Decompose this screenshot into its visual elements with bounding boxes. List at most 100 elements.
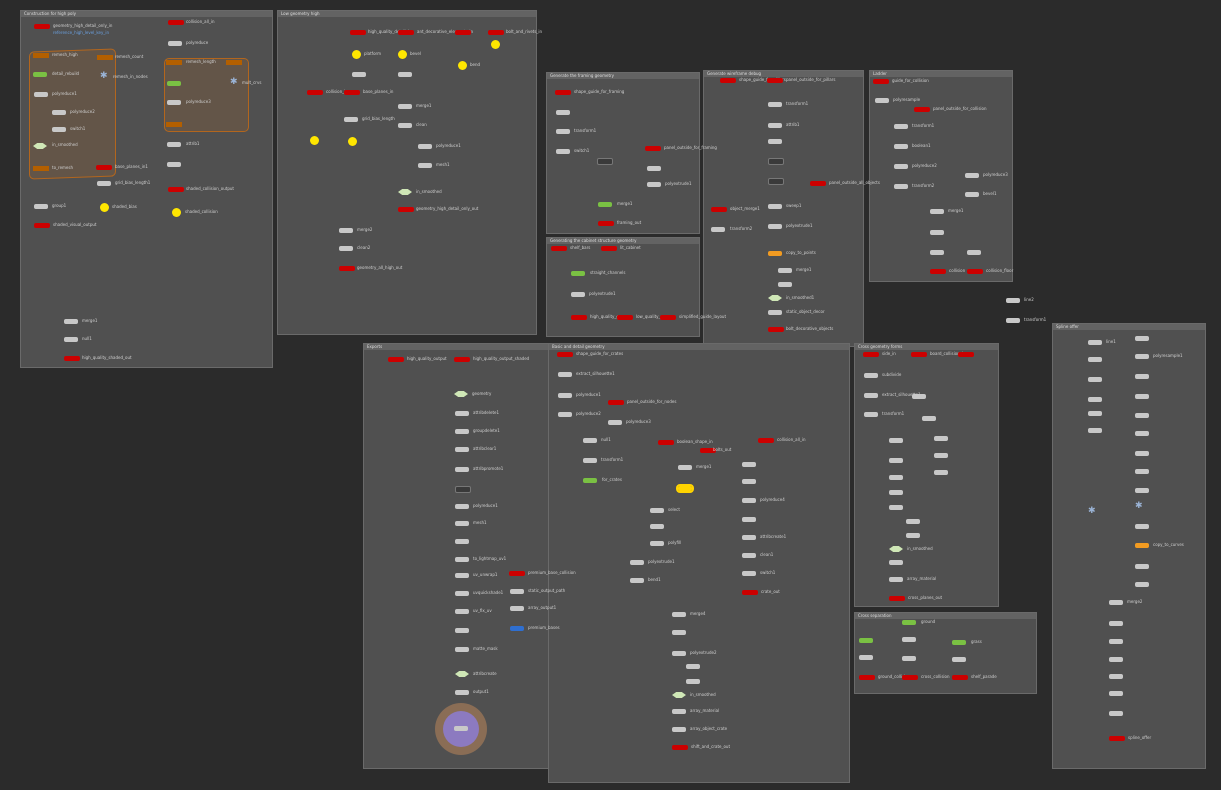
subnet-node[interactable] xyxy=(33,53,49,58)
merge-node[interactable] xyxy=(930,209,944,214)
sop-node[interactable] xyxy=(1109,691,1123,696)
sop-node[interactable] xyxy=(1135,564,1149,569)
sop-node[interactable] xyxy=(1088,428,1102,433)
sop-node[interactable] xyxy=(168,41,182,46)
sop-node[interactable] xyxy=(768,178,784,185)
sop-node[interactable] xyxy=(965,173,979,178)
object-merge-node[interactable] xyxy=(458,61,467,70)
sop-node[interactable] xyxy=(778,268,792,273)
sop-node[interactable] xyxy=(418,144,432,149)
network-note[interactable] xyxy=(164,58,249,132)
sop-node[interactable] xyxy=(352,72,366,77)
object-merge-node[interactable] xyxy=(348,137,357,146)
null-output-node[interactable] xyxy=(168,20,184,25)
sop-node[interactable] xyxy=(742,462,756,467)
null-output-node[interactable] xyxy=(645,146,661,151)
null-output-node[interactable] xyxy=(168,187,184,192)
merge-node[interactable] xyxy=(398,104,412,109)
sop-node[interactable] xyxy=(864,373,878,378)
null-output-node[interactable] xyxy=(34,24,50,29)
subnet-node[interactable] xyxy=(226,60,242,65)
sop-node[interactable] xyxy=(930,250,944,255)
null-output-node[interactable] xyxy=(557,352,573,357)
null-output-node[interactable] xyxy=(388,357,404,362)
sop-node[interactable] xyxy=(556,110,570,115)
copy-to-curves-node[interactable] xyxy=(1135,543,1149,548)
sop-node[interactable] xyxy=(742,517,756,522)
sop-node[interactable] xyxy=(608,420,622,425)
sop-node[interactable] xyxy=(934,453,948,458)
copy-to-points-node[interactable] xyxy=(768,251,782,256)
sop-node[interactable] xyxy=(510,589,524,594)
sop-node[interactable] xyxy=(672,727,686,732)
null-output-node[interactable] xyxy=(350,30,366,35)
sop-node[interactable] xyxy=(167,142,181,147)
sop-node[interactable] xyxy=(647,182,661,187)
sop-node[interactable] xyxy=(650,541,664,546)
object-merge-node[interactable] xyxy=(310,136,319,145)
sop-node[interactable] xyxy=(768,102,782,107)
merge-node[interactable] xyxy=(678,465,692,470)
null-output-node[interactable] xyxy=(930,269,946,274)
null-output-node[interactable] xyxy=(720,78,736,83)
netbox-cross-geometry-forms[interactable]: Cross geometry forms xyxy=(854,343,999,607)
subnet-node[interactable] xyxy=(166,122,182,127)
null-output-node[interactable] xyxy=(307,90,323,95)
switch-node[interactable] xyxy=(571,271,585,276)
sop-node[interactable] xyxy=(344,117,358,122)
subnet-node[interactable] xyxy=(166,60,182,65)
switch-node[interactable] xyxy=(952,640,966,645)
premium-base-node[interactable] xyxy=(510,626,524,631)
sop-node[interactable] xyxy=(167,100,181,105)
null-output-node[interactable] xyxy=(96,165,112,170)
sop-node[interactable] xyxy=(686,664,700,669)
sop-node[interactable] xyxy=(1135,374,1149,379)
subnet-node[interactable] xyxy=(97,55,113,60)
sop-node[interactable] xyxy=(1135,469,1149,474)
sop-node[interactable] xyxy=(768,224,782,229)
sop-node[interactable] xyxy=(597,158,613,165)
sop-node[interactable] xyxy=(1088,377,1102,382)
sop-node[interactable] xyxy=(768,123,782,128)
null-output-node[interactable] xyxy=(339,266,355,271)
sop-node[interactable] xyxy=(398,72,412,77)
null-output-node[interactable] xyxy=(658,440,674,445)
sop-node[interactable] xyxy=(1109,621,1123,626)
sop-node[interactable] xyxy=(894,184,908,189)
sop-node[interactable] xyxy=(455,504,469,509)
sop-node[interactable] xyxy=(455,521,469,526)
null-output-node[interactable] xyxy=(859,675,875,680)
sop-node[interactable] xyxy=(1006,298,1020,303)
sop-node[interactable] xyxy=(778,282,792,287)
sop-node[interactable] xyxy=(1135,336,1149,341)
sop-node[interactable] xyxy=(894,144,908,149)
merge-node[interactable] xyxy=(339,228,353,233)
sop-node[interactable] xyxy=(889,475,903,480)
sop-node[interactable] xyxy=(455,609,469,614)
sop-node[interactable] xyxy=(34,92,48,97)
object-merge-node[interactable] xyxy=(352,50,361,59)
sop-node[interactable] xyxy=(339,246,353,251)
sop-node[interactable] xyxy=(630,560,644,565)
object-merge-node[interactable] xyxy=(491,40,500,49)
null-output-node[interactable] xyxy=(672,745,688,750)
sop-node[interactable] xyxy=(686,679,700,684)
sop-node[interactable] xyxy=(1109,657,1123,662)
null-output-node[interactable] xyxy=(742,590,758,595)
null-output-node[interactable] xyxy=(768,327,784,332)
switch-node[interactable] xyxy=(859,638,873,643)
sop-node[interactable] xyxy=(583,458,597,463)
object-merge-node[interactable] xyxy=(398,50,407,59)
sop-node[interactable] xyxy=(889,560,903,565)
null-output-node[interactable] xyxy=(617,315,633,320)
sop-node[interactable] xyxy=(1088,357,1102,362)
sop-node[interactable] xyxy=(455,411,469,416)
netbox-basic-detail-geometry[interactable]: Basic and detail geometry xyxy=(548,343,850,783)
sop-node[interactable] xyxy=(864,393,878,398)
sop-node[interactable] xyxy=(1135,413,1149,418)
sop-node[interactable] xyxy=(1006,318,1020,323)
sop-node[interactable] xyxy=(52,127,66,132)
sop-node[interactable] xyxy=(1088,411,1102,416)
null-output-node[interactable] xyxy=(571,315,587,320)
sop-node[interactable] xyxy=(455,539,469,544)
